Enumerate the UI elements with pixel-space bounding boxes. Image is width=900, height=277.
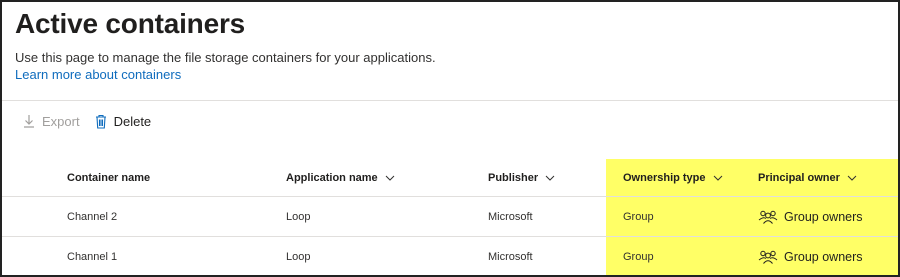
application-name-cell: Loop bbox=[286, 250, 311, 263]
page-frame: Active containers Use this page to manag… bbox=[0, 0, 900, 277]
principal-owner-label: Group owners bbox=[784, 249, 863, 264]
principal-owner-label: Group owners bbox=[784, 209, 863, 224]
chevron-down-icon bbox=[545, 175, 555, 181]
trash-icon bbox=[94, 113, 108, 129]
publisher-cell: Microsoft bbox=[488, 210, 533, 223]
table-row[interactable]: Channel 2 Loop Microsoft Group Group own… bbox=[2, 197, 898, 237]
learn-more-link[interactable]: Learn more about containers bbox=[15, 67, 181, 82]
delete-label: Delete bbox=[113, 113, 152, 129]
column-header-container-name[interactable]: Container name bbox=[67, 159, 150, 196]
container-name-cell: Channel 1 bbox=[67, 250, 118, 263]
principal-owner-cell: Group owners bbox=[758, 237, 863, 275]
publisher-cell: Microsoft bbox=[488, 250, 533, 263]
chevron-down-icon bbox=[713, 175, 722, 181]
people-group-icon bbox=[758, 210, 778, 224]
chevron-down-icon bbox=[385, 175, 395, 181]
delete-button[interactable]: Delete bbox=[94, 113, 152, 129]
principal-owner-cell: Group owners bbox=[758, 197, 863, 236]
export-label: Export bbox=[42, 113, 80, 129]
header-divider bbox=[2, 100, 898, 101]
page-description: Use this page to manage the file storage… bbox=[15, 50, 436, 65]
container-name-cell: Channel 2 bbox=[67, 210, 118, 223]
export-button[interactable]: Export bbox=[22, 113, 80, 129]
column-header-principal-owner[interactable]: Principal owner bbox=[758, 159, 857, 196]
chevron-down-icon bbox=[847, 175, 857, 181]
download-arrow-icon bbox=[22, 113, 36, 129]
ownership-type-cell: Group bbox=[623, 210, 654, 223]
page-title: Active containers bbox=[15, 8, 246, 39]
column-header-publisher[interactable]: Publisher bbox=[488, 159, 555, 196]
ownership-type-cell: Group bbox=[623, 250, 654, 263]
column-header-application-name[interactable]: Application name bbox=[286, 159, 395, 196]
table-row[interactable]: Channel 1 Loop Microsoft Group Group own… bbox=[2, 237, 898, 275]
application-name-cell: Loop bbox=[286, 210, 311, 223]
column-header-ownership-type[interactable]: Ownership type bbox=[623, 159, 723, 196]
table-header-row: Container name Application name Publishe… bbox=[2, 159, 898, 197]
people-group-icon bbox=[758, 250, 778, 264]
containers-table: Container name Application name Publishe… bbox=[2, 159, 898, 275]
command-bar: Export Delete bbox=[22, 111, 165, 131]
